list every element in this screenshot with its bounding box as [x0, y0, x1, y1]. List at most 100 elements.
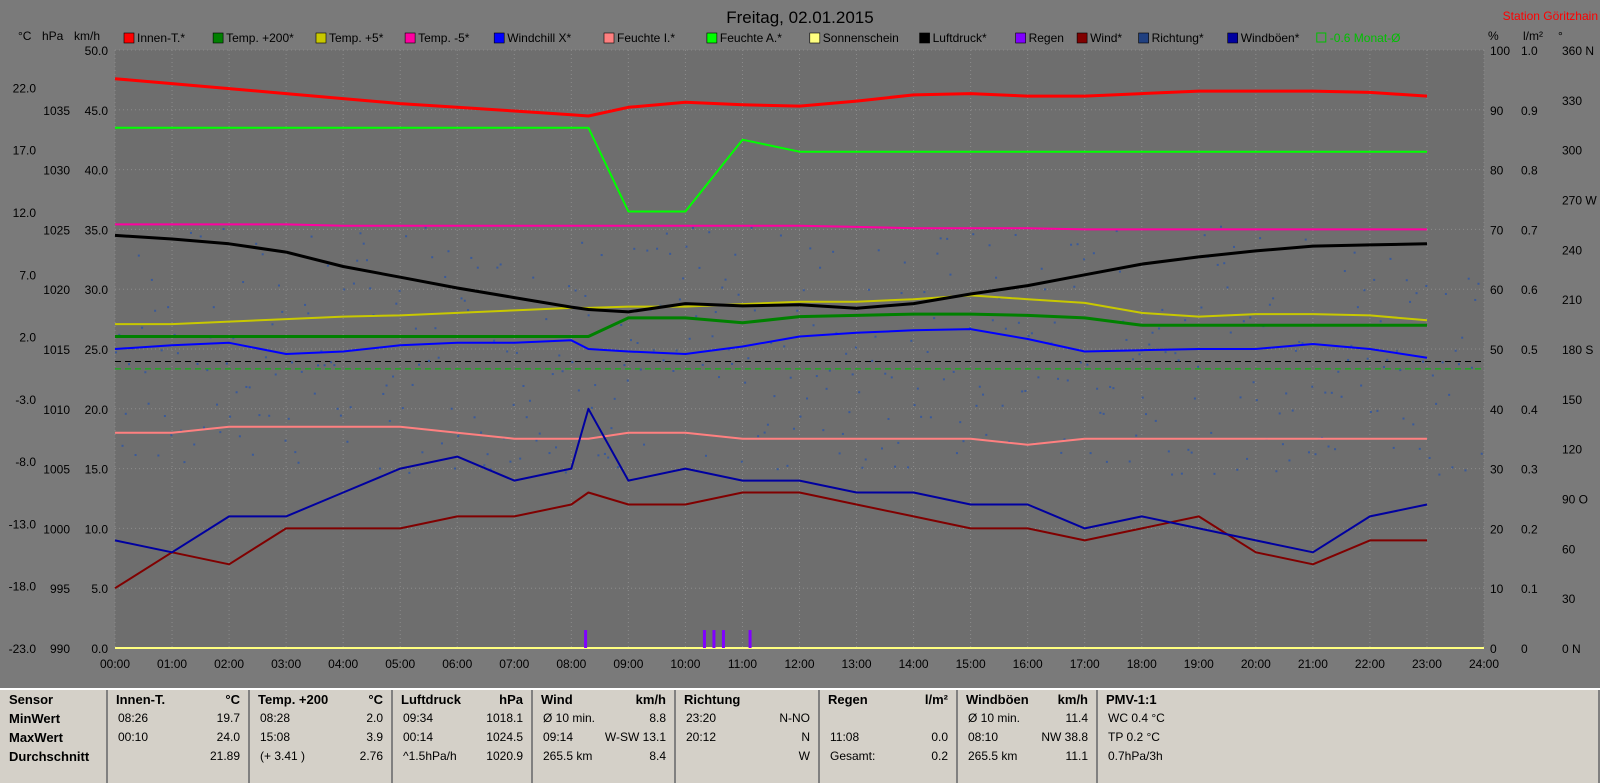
- direction-point: [1441, 361, 1444, 364]
- direction-point: [665, 232, 668, 235]
- direction-point: [434, 327, 437, 330]
- direction-point: [1435, 402, 1438, 405]
- pct-tick-label: 30: [1490, 463, 1504, 477]
- direction-point: [1092, 252, 1095, 255]
- direction-point: [395, 302, 398, 305]
- direction-point: [359, 232, 362, 235]
- hpa-tick-label: 1035: [43, 104, 70, 118]
- direction-point: [444, 275, 447, 278]
- direction-point: [1148, 343, 1151, 346]
- direction-point: [894, 465, 897, 468]
- direction-point: [1203, 234, 1206, 237]
- direction-point: [1353, 251, 1356, 254]
- direction-point: [1281, 443, 1284, 446]
- rain-bar: [721, 630, 725, 648]
- direction-point: [1164, 351, 1167, 354]
- stat-column: Richtung 23:20 N-NO 20:12 N W: [676, 690, 820, 783]
- direction-point: [568, 285, 571, 288]
- pct-tick-label: 0: [1490, 642, 1497, 656]
- direction-point: [1135, 434, 1138, 437]
- time-tick-label: 17:00: [1070, 657, 1100, 671]
- legend-label: Temp. +200*: [226, 31, 294, 45]
- direction-point: [326, 264, 329, 267]
- direction-point: [561, 370, 564, 373]
- direction-point: [1128, 460, 1131, 463]
- stat-row-left: 0.7hPa/3h: [1108, 749, 1163, 763]
- legend-swatch: [1076, 32, 1088, 44]
- direction-point: [304, 303, 307, 306]
- direction-point: [414, 327, 417, 330]
- direction-point: [300, 370, 303, 373]
- time-tick-label: 19:00: [1184, 657, 1214, 671]
- direction-point: [750, 226, 753, 229]
- time-tick-label: 14:00: [899, 657, 929, 671]
- direction-point: [421, 451, 424, 454]
- direction-point: [408, 471, 411, 474]
- legend-swatch: [809, 32, 821, 44]
- legend-swatch: [212, 32, 224, 44]
- direction-point: [346, 440, 349, 443]
- pct-tick-label: 20: [1490, 522, 1504, 536]
- stat-header-row: Luftdruck hPa: [393, 690, 531, 709]
- direction-point: [167, 306, 170, 309]
- direction-point: [1288, 459, 1291, 462]
- direction-point: [313, 392, 316, 395]
- direction-point: [900, 292, 903, 295]
- row-label: MaxWert: [9, 730, 63, 745]
- stat-column-unit: °C: [225, 692, 240, 707]
- direction-point: [1340, 395, 1343, 398]
- direction-point: [952, 370, 955, 373]
- direction-point: [669, 252, 672, 255]
- direction-point: [388, 419, 391, 422]
- direction-point: [864, 458, 867, 461]
- direction-point: [212, 306, 215, 309]
- direction-point: [1040, 267, 1043, 270]
- legend-label: Regen: [1029, 31, 1064, 45]
- direction-point: [287, 417, 290, 420]
- stat-column: Luftdruck hPa 09:34 1018.1 00:14 1024.5 ^1.5hP…: [393, 690, 533, 783]
- legend-swatch: [706, 32, 718, 44]
- stat-column-title: Wind: [541, 692, 573, 707]
- direction-point: [858, 391, 861, 394]
- rain-tick-label: 0.4: [1521, 403, 1538, 417]
- time-tick-label: 13:00: [842, 657, 872, 671]
- weather-chart-svg: Freitag, 02.01.2015 Station Göritzhain I…: [0, 0, 1600, 685]
- rain-tick-label: 0: [1521, 642, 1528, 656]
- direction-point: [978, 385, 981, 388]
- direction-point: [923, 291, 926, 294]
- direction-point: [248, 386, 251, 389]
- time-tick-label: 00:00: [100, 657, 130, 671]
- legend-label: Luftdruck*: [933, 31, 987, 45]
- direction-point: [1158, 327, 1161, 330]
- stat-column-unit: km/h: [1057, 692, 1088, 707]
- rain-tick-label: 0.8: [1521, 164, 1538, 178]
- rain-bar: [748, 630, 752, 648]
- direction-point: [985, 433, 988, 436]
- time-tick-label: 12:00: [784, 657, 814, 671]
- legend-label: Windchill X*: [507, 31, 571, 45]
- stat-header-row: Regen l/m²: [820, 690, 956, 709]
- stat-row-left: 09:34: [403, 711, 434, 725]
- direction-point: [1037, 376, 1040, 379]
- pct-tick-label: 90: [1490, 104, 1504, 118]
- stat-row: 11:08 0.0: [820, 728, 956, 747]
- direction-point: [587, 314, 590, 317]
- legend-swatch: [404, 32, 416, 44]
- direction-point: [450, 407, 453, 410]
- direction-point: [1405, 279, 1408, 282]
- direction-point: [1213, 472, 1216, 475]
- stat-row-left: 265.5 km: [543, 749, 593, 763]
- stat-row-value: 1018.1: [486, 711, 523, 725]
- stat-row-left: 09:14: [543, 730, 574, 744]
- legend-label: Sonnenschein: [823, 31, 899, 45]
- dir-tick-label: 240: [1562, 243, 1582, 257]
- direction-point: [1141, 396, 1144, 399]
- stat-row-left: Gesamt:: [830, 749, 876, 763]
- direction-point: [274, 373, 277, 376]
- direction-point: [1030, 332, 1033, 335]
- direction-point: [1210, 431, 1213, 434]
- direction-point: [124, 412, 127, 415]
- rain-bar: [712, 630, 716, 648]
- direction-point: [962, 440, 965, 443]
- direction-point: [555, 446, 558, 449]
